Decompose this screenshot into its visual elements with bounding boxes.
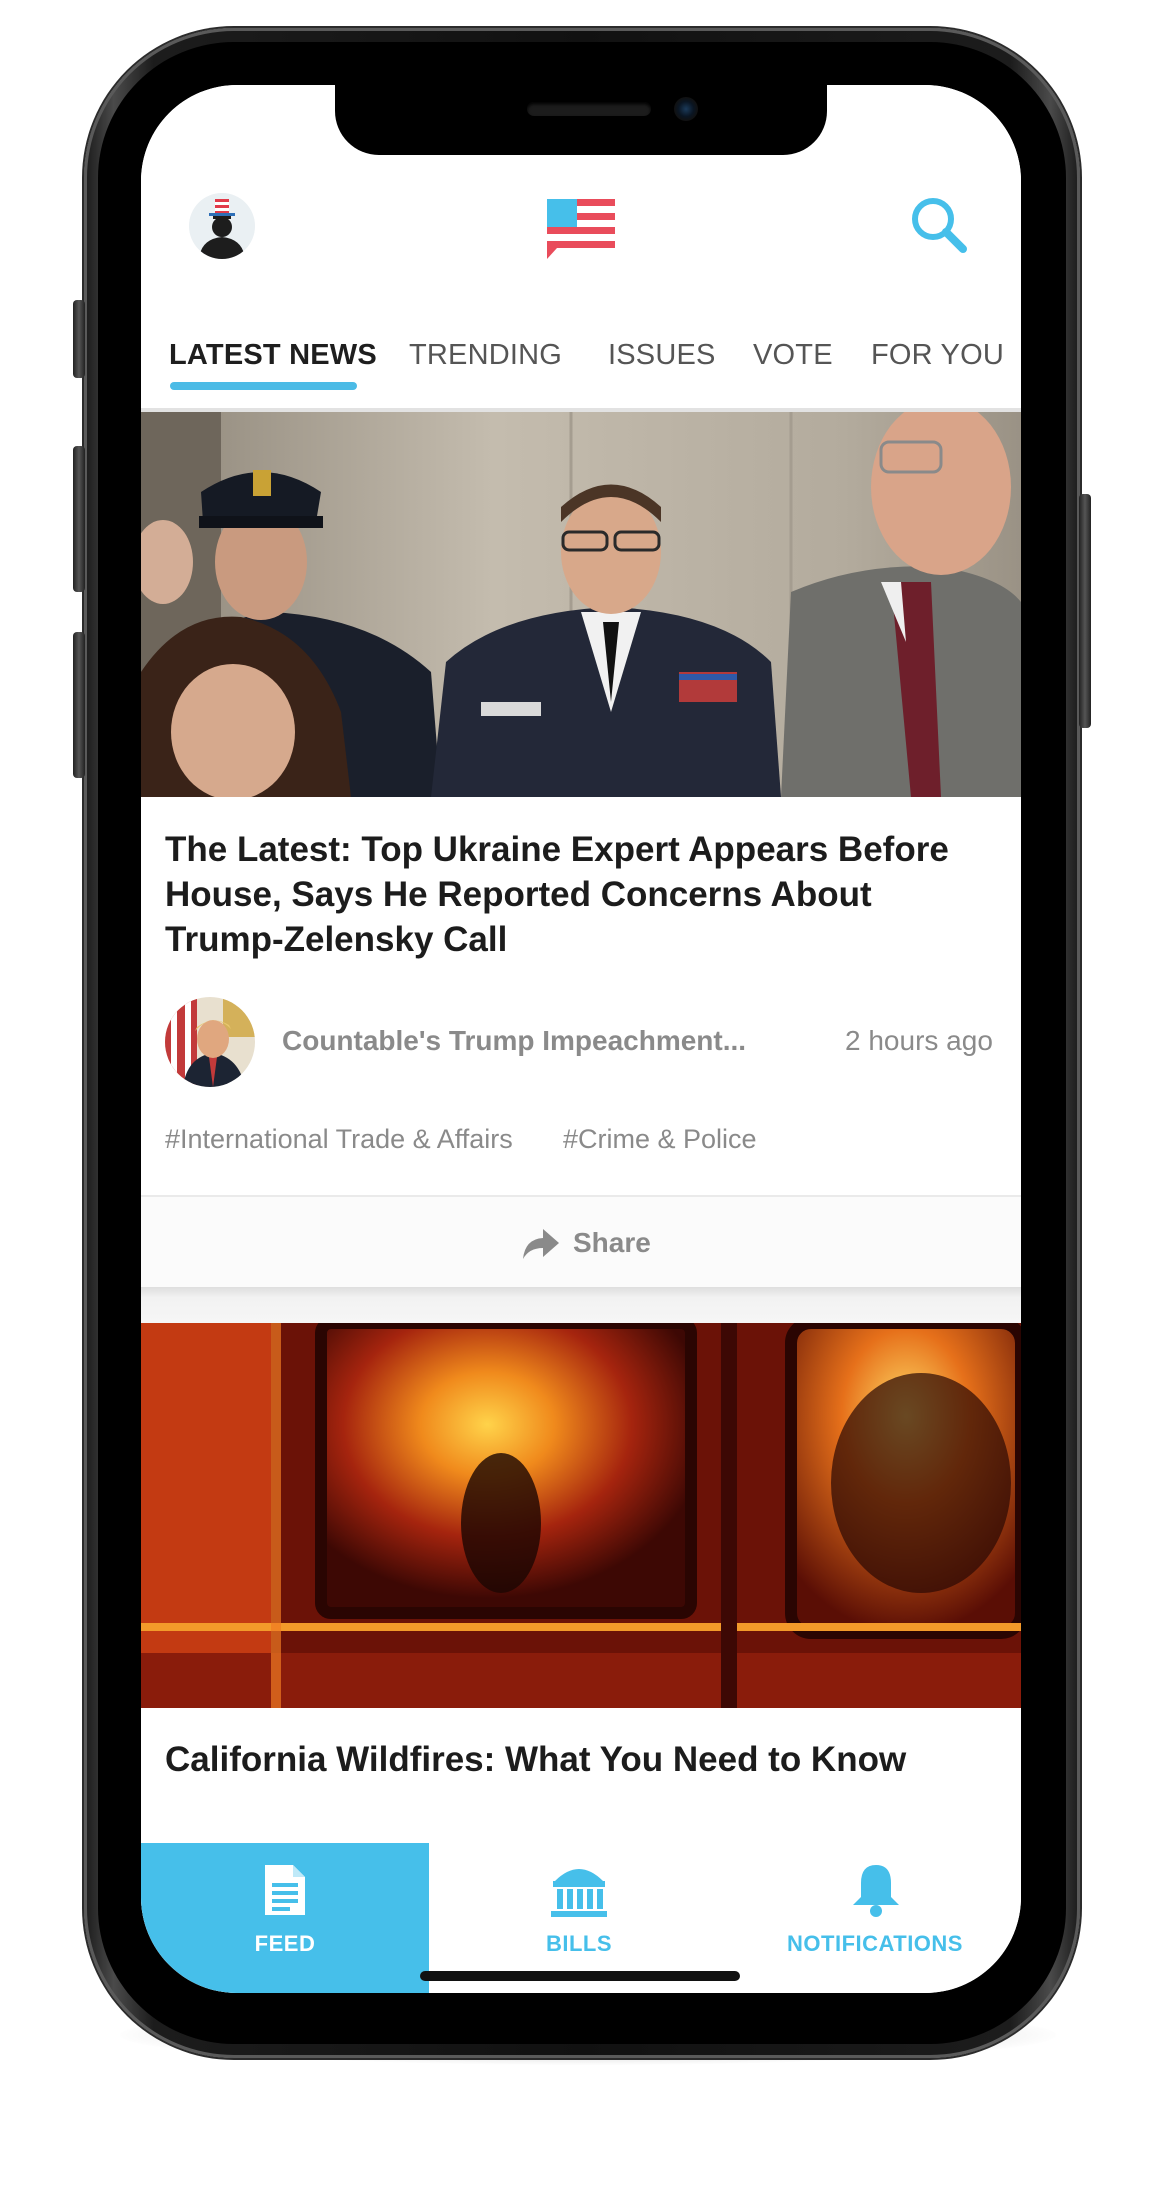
article-timestamp: 2 hours ago <box>845 1025 993 1056</box>
feed-tabs: LATEST NEWS TRENDING ISSUES VOTE FOR YOU <box>141 325 1021 391</box>
nav-label: BILLS <box>545 1931 613 1956</box>
capitol-building-icon <box>551 1869 607 1917</box>
source-avatar[interactable] <box>165 997 255 1087</box>
article-headline[interactable]: The Latest: Top Ukraine Expert Appears B… <box>165 827 995 962</box>
phone-screen: LATEST NEWS TRENDING ISSUES VOTE FOR YOU <box>141 85 1021 1993</box>
nav-label: FEED <box>254 1931 316 1956</box>
card-separator <box>141 1287 1021 1323</box>
volume-down-button <box>73 632 85 778</box>
search-button[interactable] <box>907 193 971 262</box>
tab-trending[interactable]: TRENDING <box>409 325 562 385</box>
article-photo-fire <box>141 1323 1021 1708</box>
share-bar: Share <box>141 1195 1021 1289</box>
nav-notifications[interactable]: NOTIFICATIONS <box>729 1843 1021 1993</box>
nav-feed[interactable]: FEED <box>141 1843 429 1993</box>
us-flag-icon <box>547 197 615 259</box>
notch <box>335 85 827 155</box>
share-label: Share <box>573 1227 651 1258</box>
article-headline[interactable]: California Wildfires: What You Need to K… <box>165 1737 995 1782</box>
document-icon <box>265 1865 305 1915</box>
mute-switch <box>73 300 85 378</box>
home-indicator[interactable] <box>420 1971 740 1981</box>
article-image-hearing[interactable] <box>141 412 1021 797</box>
tab-for-you[interactable]: FOR YOU <box>871 325 1004 385</box>
nav-label: NOTIFICATIONS <box>787 1931 963 1956</box>
tab-vote[interactable]: VOTE <box>753 325 833 385</box>
search-icon <box>912 198 967 253</box>
source-name[interactable]: Countable's Trump Impeachment... <box>282 1025 746 1057</box>
article-image-wildfire[interactable] <box>141 1323 1021 1708</box>
share-arrow-icon <box>523 1229 559 1259</box>
volume-up-button <box>73 446 85 592</box>
front-camera <box>674 97 698 121</box>
tab-issues[interactable]: ISSUES <box>608 325 716 385</box>
tag-international-trade[interactable]: #International Trade & Affairs <box>165 1124 513 1155</box>
active-tab-indicator <box>170 382 357 390</box>
tag-crime-police[interactable]: #Crime & Police <box>563 1124 757 1155</box>
profile-button[interactable] <box>189 193 255 259</box>
uncle-sam-avatar-icon <box>189 193 255 259</box>
power-button <box>1079 494 1091 728</box>
tab-latest-news[interactable]: LATEST NEWS <box>169 325 377 385</box>
earpiece-speaker <box>527 102 651 116</box>
app-logo <box>547 197 615 264</box>
source-avatar-image <box>165 997 255 1087</box>
bell-icon <box>853 1865 899 1917</box>
article-photo <box>141 412 1021 797</box>
